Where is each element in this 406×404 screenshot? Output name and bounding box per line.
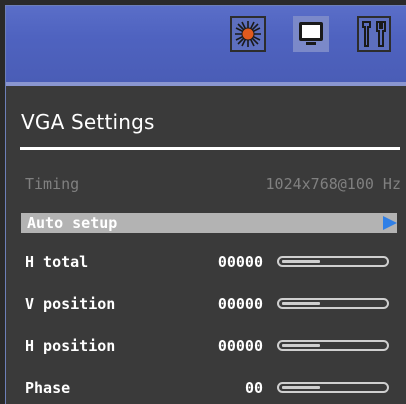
menu-item-v-position[interactable]: V position 00000	[21, 294, 401, 314]
auto-setup-label: Auto setup	[27, 214, 118, 232]
page-title: VGA Settings	[21, 110, 155, 134]
timing-value: 1024x768@100 Hz	[265, 175, 401, 193]
h-position-value: 00000	[217, 337, 263, 355]
tab-brightness[interactable]	[230, 16, 266, 52]
phase-slider[interactable]	[277, 382, 389, 393]
v-position-label: V position	[25, 295, 116, 313]
monitor-icon	[299, 22, 323, 45]
arrow-right-icon	[383, 216, 397, 230]
menu-item-timing: Timing 1024x768@100 Hz	[21, 174, 401, 194]
menu-item-h-total[interactable]: H total 00000	[21, 252, 401, 272]
h-total-label: H total	[25, 253, 89, 271]
phase-value: 00	[244, 379, 263, 397]
v-position-slider[interactable]	[277, 298, 389, 309]
menu-item-h-position[interactable]: H position 00000	[21, 336, 401, 356]
tools-icon	[362, 21, 386, 47]
phase-slider-fill	[282, 386, 320, 389]
h-total-slider[interactable]	[277, 256, 389, 267]
h-position-slider-fill	[282, 344, 320, 347]
menu-item-phase[interactable]: Phase 00	[21, 378, 401, 398]
phase-label: Phase	[25, 379, 71, 397]
tab-monitor[interactable]	[293, 16, 329, 52]
timing-label: Timing	[25, 175, 80, 193]
title-divider	[20, 147, 400, 150]
menu-item-auto-setup[interactable]: Auto setup	[21, 213, 397, 233]
h-position-slider[interactable]	[277, 340, 389, 351]
h-total-slider-fill	[282, 260, 320, 263]
sun-brightness-icon	[235, 21, 261, 47]
osd-menu: VGA Settings Timing 1024x768@100 Hz Auto…	[5, 5, 406, 404]
tab-bar	[6, 6, 406, 86]
tab-tools[interactable]	[357, 16, 391, 52]
v-position-value: 00000	[217, 295, 263, 313]
h-position-label: H position	[25, 337, 116, 355]
h-total-value: 00000	[217, 253, 263, 271]
v-position-slider-fill	[282, 302, 320, 305]
